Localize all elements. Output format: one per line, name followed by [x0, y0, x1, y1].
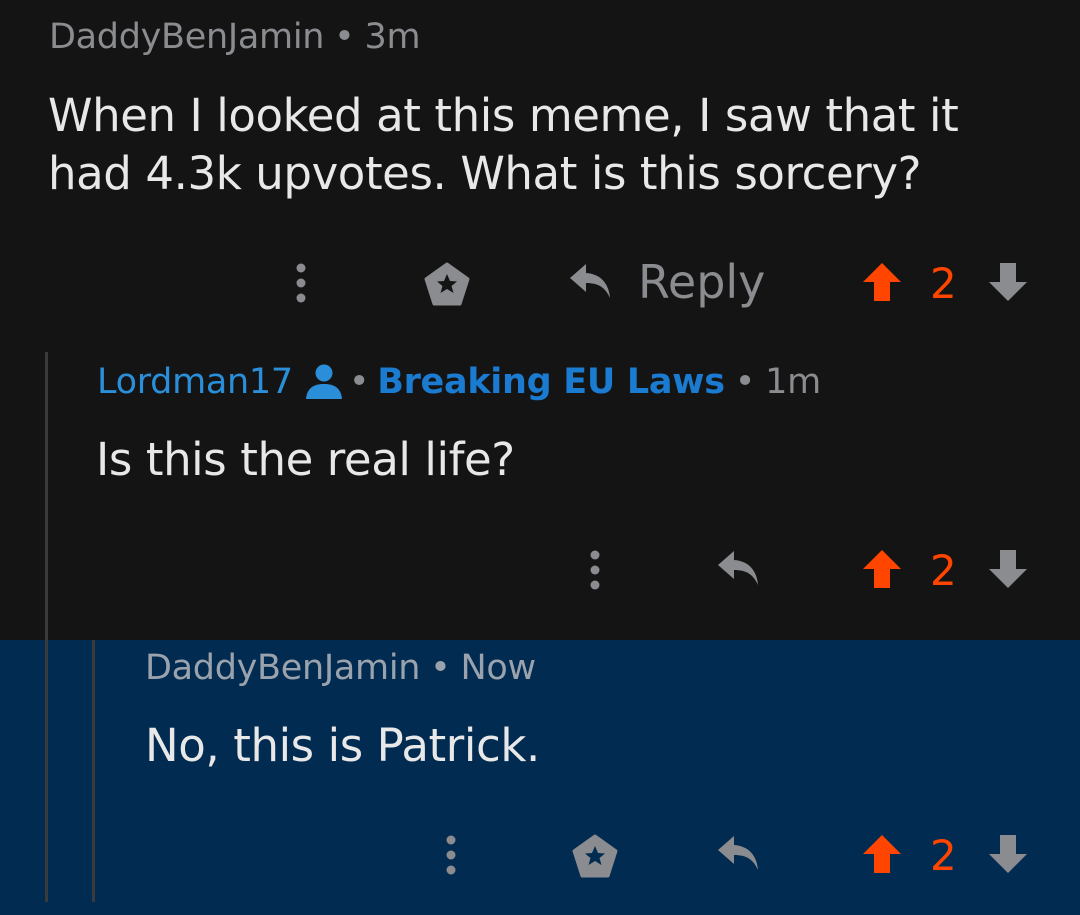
thread-line-level-1[interactable]: [45, 352, 48, 902]
comment-1-time: 3m: [364, 17, 421, 57]
user-flair: Breaking EU Laws: [377, 362, 725, 402]
comment-2-body: Is this the real life?: [96, 433, 515, 486]
reply-button[interactable]: Reply: [568, 255, 765, 309]
downvote-arrow-icon[interactable]: [988, 549, 1028, 589]
vote-count: 2: [930, 831, 957, 880]
meta-separator: •: [334, 17, 355, 57]
reply-label: Reply: [638, 255, 766, 309]
vote-count: 2: [930, 259, 957, 308]
comment-3-author[interactable]: DaddyBenJamin: [145, 648, 420, 688]
more-vertical-icon[interactable]: [585, 549, 605, 591]
comment-1-body: When I looked at this meme, I saw that i…: [48, 87, 959, 203]
downvote-arrow-icon[interactable]: [988, 262, 1028, 302]
comment-1-meta: DaddyBenJamin • 3m: [49, 17, 421, 57]
comment-2-author[interactable]: Lordman17: [97, 362, 293, 402]
comment-1-body-line-1: When I looked at this meme, I saw that i…: [48, 89, 959, 142]
thread-line-level-2[interactable]: [92, 640, 95, 902]
vote-count: 2: [930, 546, 957, 595]
downvote-arrow-icon[interactable]: [988, 834, 1028, 874]
upvote-arrow-icon[interactable]: [862, 549, 902, 589]
comment-2-meta: Lordman17 • Breaking EU Laws • 1m: [97, 362, 821, 402]
comment-1-body-line-2: had 4.3k upvotes. What is this sorcery?: [48, 147, 922, 200]
award-icon[interactable]: [572, 834, 618, 878]
reply-arrow-icon: [568, 262, 614, 302]
meta-separator: •: [348, 362, 370, 402]
reply-arrow-icon[interactable]: [716, 549, 762, 589]
more-vertical-icon[interactable]: [291, 262, 311, 304]
meta-separator: •: [734, 362, 756, 402]
comment-3-time: Now: [460, 648, 537, 688]
comment-1-author[interactable]: DaddyBenJamin: [49, 17, 324, 57]
comment-2-time: 1m: [765, 362, 821, 402]
meta-separator: •: [430, 648, 451, 688]
comment-3-meta: DaddyBenJamin • Now: [145, 648, 536, 688]
comment-3-body: No, this is Patrick.: [145, 719, 540, 772]
upvote-arrow-icon[interactable]: [862, 834, 902, 874]
award-icon[interactable]: [424, 262, 470, 306]
user-icon: [305, 364, 343, 400]
reply-arrow-icon[interactable]: [716, 834, 762, 874]
upvote-arrow-icon[interactable]: [862, 262, 902, 302]
more-vertical-icon[interactable]: [441, 834, 461, 876]
